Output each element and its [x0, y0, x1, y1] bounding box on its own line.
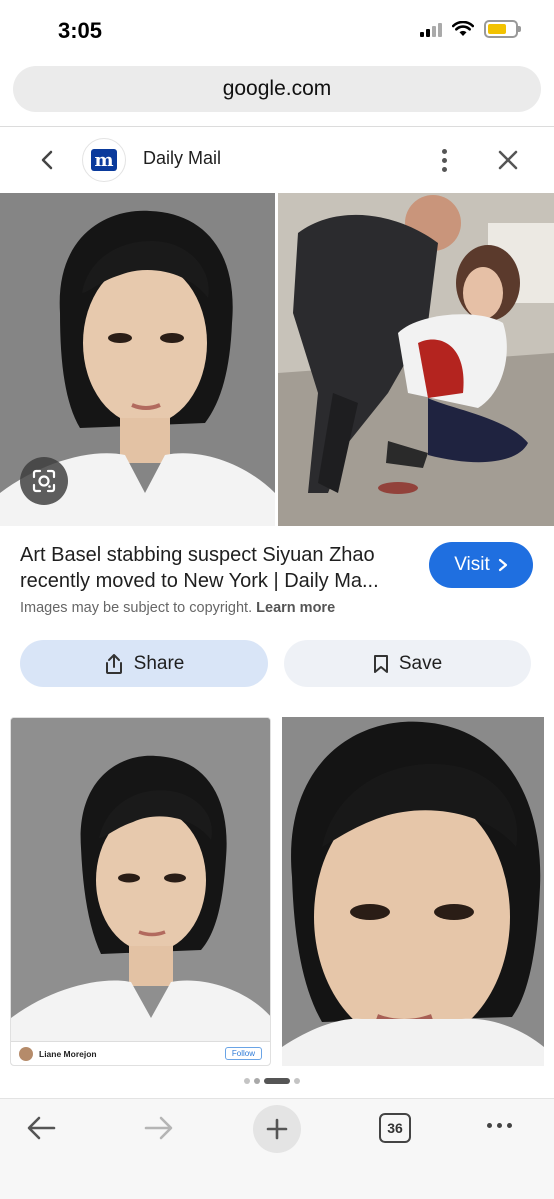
- daily-mail-logo: m: [82, 138, 126, 182]
- url-bar[interactable]: google.com: [13, 66, 541, 112]
- more-vert-icon[interactable]: [432, 144, 456, 176]
- cellular-signal-icon: [420, 21, 442, 37]
- tabs-icon[interactable]: 36: [379, 1113, 411, 1143]
- source-name[interactable]: Daily Mail: [143, 148, 221, 169]
- avatar: [19, 1046, 33, 1061]
- browser-toolbar: 36: [0, 1098, 554, 1199]
- learn-more-link[interactable]: Learn more: [256, 600, 335, 616]
- status-icons: [420, 20, 521, 38]
- back-chevron-icon[interactable]: [36, 146, 60, 174]
- forward-arrow-icon[interactable]: [142, 1113, 176, 1143]
- battery-icon: [484, 20, 521, 38]
- embedded-tweet-bar: Liane Morejon Follow: [11, 1041, 270, 1065]
- share-label: Share: [133, 652, 185, 674]
- visit-label: Visit: [454, 554, 490, 575]
- second-image[interactable]: [278, 193, 554, 526]
- result-title[interactable]: Art Basel stabbing suspect Siyuan Zhao r…: [20, 542, 420, 594]
- visit-button[interactable]: Visit: [429, 542, 533, 588]
- new-tab-button[interactable]: [253, 1105, 301, 1153]
- more-horiz-icon[interactable]: [487, 1123, 512, 1128]
- related-image-1[interactable]: Liane Morejon Follow: [10, 717, 271, 1066]
- bookmark-icon: [373, 654, 388, 673]
- related-portrait-2: [282, 717, 544, 1066]
- back-arrow-icon[interactable]: [24, 1113, 58, 1143]
- embed-name: Liane Morejon: [39, 1048, 97, 1059]
- chevron-right-icon: [498, 558, 507, 572]
- status-time: 3:05: [58, 18, 103, 43]
- lens-icon[interactable]: [20, 457, 68, 505]
- scene-image: [278, 193, 554, 526]
- copyright-notice: Images may be subject to copyright. Lear…: [20, 600, 336, 616]
- close-icon[interactable]: [494, 146, 522, 174]
- carousel-indicator: [244, 1078, 300, 1084]
- share-icon: [105, 653, 122, 674]
- plus-icon: [266, 1118, 288, 1140]
- divider: [0, 126, 554, 127]
- share-button[interactable]: Share: [20, 640, 268, 687]
- wifi-icon: [452, 21, 474, 36]
- source-header: m Daily Mail: [0, 130, 554, 190]
- related-portrait-1: [11, 718, 270, 1065]
- embed-follow: Follow: [224, 1047, 262, 1060]
- main-image[interactable]: [0, 193, 275, 526]
- save-label: Save: [398, 652, 443, 674]
- related-image-2[interactable]: [282, 717, 544, 1066]
- status-bar: 3:05: [0, 0, 554, 62]
- save-button[interactable]: Save: [284, 640, 531, 687]
